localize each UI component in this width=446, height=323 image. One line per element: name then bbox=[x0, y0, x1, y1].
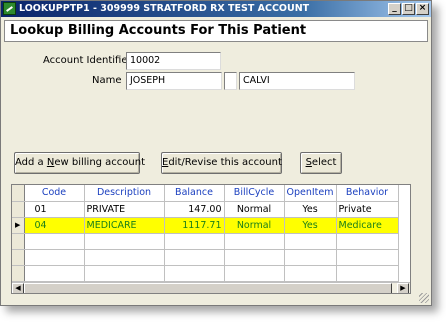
add-button-label-post: ew billing account bbox=[54, 157, 146, 168]
close-icon[interactable]: × bbox=[416, 3, 429, 15]
cell-billcycle: Normal bbox=[224, 201, 285, 218]
account-identifier-label: Account Identifier bbox=[43, 55, 132, 66]
last-name-field[interactable]: CALVI bbox=[239, 72, 355, 90]
cell-code: 04 bbox=[24, 217, 85, 234]
row-indicator bbox=[12, 249, 25, 266]
header-row: Code Description Balance BillCycle OpenI… bbox=[12, 185, 399, 202]
empty-row[interactable] bbox=[12, 265, 399, 282]
col-header-code[interactable]: Code bbox=[24, 185, 85, 202]
app-icon bbox=[3, 2, 16, 15]
select-button-label-post: elect bbox=[311, 157, 337, 168]
app-window: LOOKUPPTP1 - 309999 STRATFORD RX TEST AC… bbox=[0, 0, 432, 306]
header-panel: Lookup Billing Accounts For This Patient bbox=[4, 20, 428, 42]
empty-row[interactable] bbox=[12, 233, 399, 250]
row-pointer-icon: ▶ bbox=[12, 217, 25, 234]
middle-initial-field[interactable] bbox=[224, 72, 237, 90]
billing-accounts-grid[interactable]: Code Description Balance BillCycle OpenI… bbox=[11, 184, 411, 294]
cell-description: PRIVATE bbox=[84, 201, 165, 218]
add-button-label-pre: Add a bbox=[15, 157, 47, 168]
scroll-right-icon[interactable]: ▶ bbox=[397, 283, 409, 293]
cell-code: 01 bbox=[24, 201, 85, 218]
maximize-icon[interactable]: □ bbox=[402, 3, 415, 15]
cell-balance: 1117.71 bbox=[164, 217, 225, 234]
name-label: Name bbox=[92, 75, 122, 86]
col-header-description[interactable]: Description bbox=[84, 185, 165, 202]
cell-openitem: Yes bbox=[284, 201, 337, 218]
indicator-header bbox=[12, 185, 25, 202]
title-bar[interactable]: LOOKUPPTP1 - 309999 STRATFORD RX TEST AC… bbox=[1, 1, 431, 17]
edit-account-button[interactable]: Edit/Revise this account bbox=[161, 152, 282, 174]
cell-description: MEDICARE bbox=[84, 217, 165, 234]
horizontal-scrollbar[interactable]: ◀ ▶ bbox=[12, 282, 410, 293]
table-row-selected[interactable]: ▶ 04 MEDICARE 1117.71 Normal Yes Medicar… bbox=[12, 217, 399, 234]
col-header-behavior[interactable]: Behavior bbox=[336, 185, 399, 202]
add-billing-account-button[interactable]: Add a New billing account bbox=[14, 152, 145, 174]
cell-balance: 147.00 bbox=[164, 201, 225, 218]
row-indicator bbox=[12, 201, 25, 218]
cell-behavior: Private bbox=[336, 201, 399, 218]
minimize-icon[interactable]: _ bbox=[388, 3, 401, 15]
empty-row[interactable] bbox=[12, 249, 399, 266]
resize-grip[interactable] bbox=[419, 293, 429, 303]
page-title: Lookup Billing Accounts For This Patient bbox=[10, 23, 307, 38]
select-button[interactable]: Select bbox=[300, 152, 342, 174]
edit-button-label-post: dit/Revise this account bbox=[168, 157, 282, 168]
first-name-field[interactable]: JOSEPH bbox=[126, 72, 222, 90]
col-header-openitem[interactable]: OpenItem bbox=[284, 185, 337, 202]
cell-openitem: Yes bbox=[284, 217, 337, 234]
col-header-billcycle[interactable]: BillCycle bbox=[224, 185, 285, 202]
scrollbar-thumb[interactable] bbox=[24, 283, 392, 293]
billing-accounts-table: Code Description Balance BillCycle OpenI… bbox=[12, 185, 399, 293]
cell-behavior: Medicare bbox=[336, 217, 399, 234]
col-header-balance[interactable]: Balance bbox=[164, 185, 225, 202]
scroll-left-icon[interactable]: ◀ bbox=[12, 283, 24, 293]
cell-billcycle: Normal bbox=[224, 217, 285, 234]
row-indicator bbox=[12, 233, 25, 250]
window-title: LOOKUPPTP1 - 309999 STRATFORD RX TEST AC… bbox=[19, 3, 310, 14]
row-indicator bbox=[12, 265, 25, 282]
table-row[interactable]: 01 PRIVATE 147.00 Normal Yes Private bbox=[12, 201, 399, 218]
account-identifier-field[interactable]: 10002 bbox=[126, 52, 221, 70]
